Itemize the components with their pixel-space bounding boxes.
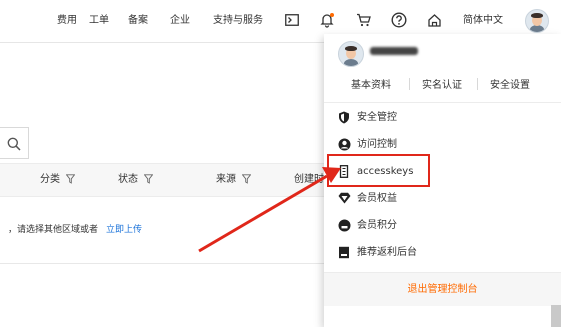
annotation-arrow [198, 167, 341, 253]
